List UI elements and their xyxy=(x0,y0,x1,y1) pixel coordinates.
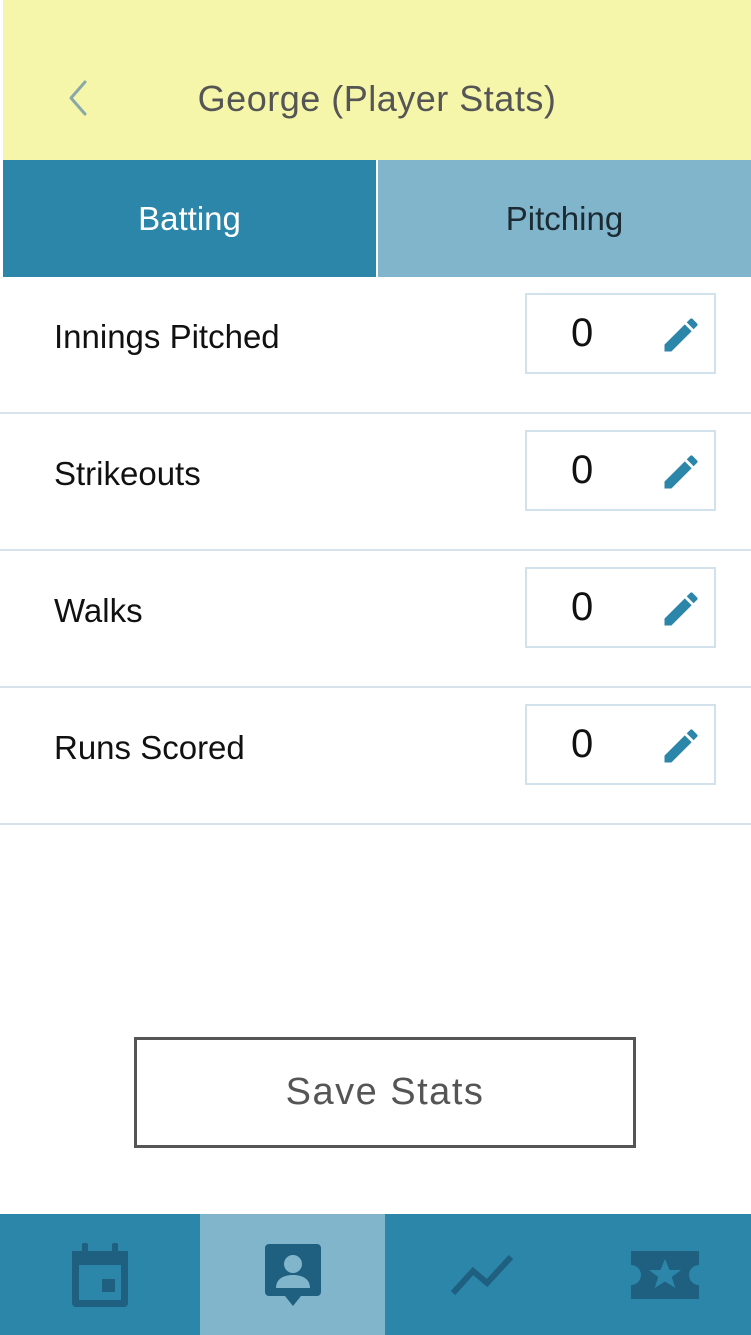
stat-label: Runs Scored xyxy=(54,729,245,766)
stat-row-strikeouts: Strikeouts 0 xyxy=(0,414,751,551)
stat-value: 0 xyxy=(571,448,594,492)
stat-row-runs-scored: Runs Scored 0 xyxy=(0,688,751,825)
nav-trends[interactable] xyxy=(385,1214,578,1335)
stat-value-field[interactable]: 0 xyxy=(525,567,716,648)
save-stats-button[interactable]: Save Stats xyxy=(134,1037,636,1148)
header-bar: George (Player Stats) xyxy=(3,0,751,160)
nav-schedule[interactable] xyxy=(0,1214,200,1335)
bottom-nav xyxy=(0,1214,751,1335)
stat-label: Innings Pitched xyxy=(54,318,280,355)
person-badge-icon xyxy=(264,1243,321,1306)
stat-row-walks: Walks 0 xyxy=(0,551,751,688)
trend-line-icon xyxy=(450,1254,513,1295)
ticket-star-icon xyxy=(630,1250,699,1299)
stat-value: 0 xyxy=(571,311,594,355)
pencil-icon[interactable] xyxy=(659,450,703,494)
pencil-icon[interactable] xyxy=(659,587,703,631)
stat-label: Walks xyxy=(54,592,143,629)
stat-label: Strikeouts xyxy=(54,455,201,492)
pencil-icon[interactable] xyxy=(659,724,703,768)
stat-value-field[interactable]: 0 xyxy=(525,704,716,785)
nav-rewards[interactable] xyxy=(578,1214,751,1335)
stats-list: Innings Pitched 0 Strikeouts 0 Walks 0 R… xyxy=(0,277,751,825)
nav-player-stats[interactable] xyxy=(200,1214,385,1335)
tab-batting[interactable]: Batting xyxy=(3,160,376,277)
page-title: George (Player Stats) xyxy=(197,78,557,119)
stat-value: 0 xyxy=(571,585,594,629)
pencil-icon[interactable] xyxy=(659,313,703,357)
stat-value: 0 xyxy=(571,722,594,766)
stat-value-field[interactable]: 0 xyxy=(525,293,716,374)
calendar-icon xyxy=(72,1242,128,1307)
stat-type-tabs: Batting Pitching xyxy=(3,160,751,277)
stat-row-innings-pitched: Innings Pitched 0 xyxy=(0,277,751,414)
tab-pitching[interactable]: Pitching xyxy=(376,160,751,277)
stat-value-field[interactable]: 0 xyxy=(525,430,716,511)
